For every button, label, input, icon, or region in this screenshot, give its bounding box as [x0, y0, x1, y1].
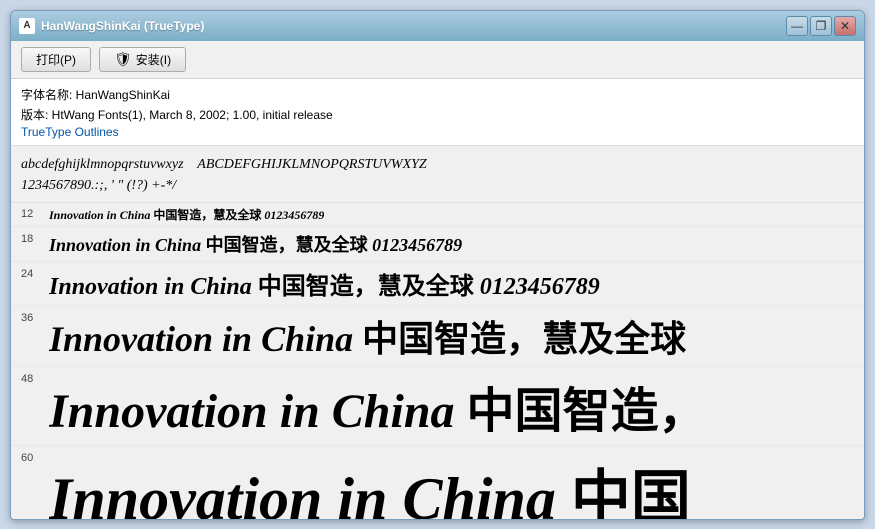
size-label-24: 24	[21, 266, 49, 280]
font-version-line: 版本: HtWang Fonts(1), March 8, 2002; 1.00…	[21, 105, 854, 125]
sample-section: 12 Innovation in China 中国智造，慧及全球 0123456…	[11, 203, 864, 518]
title-bar-left: A HanWangShinKai (TrueType)	[19, 18, 204, 34]
font-version-value: HtWang Fonts(1), March 8, 2002; 1.00, in…	[52, 108, 333, 122]
size-label-60: 60	[21, 450, 49, 464]
table-row: 60 Innovation in China 中国	[11, 446, 864, 518]
sample-text-36: Innovation in China 中国智造，慧及全球	[49, 310, 686, 362]
alphabet-numbers-line: 1234567890.:;, ' " (!?) +-*/	[21, 175, 854, 196]
print-label: 打印(P)	[36, 51, 76, 68]
sample-text-18: Innovation in China 中国智造，慧及全球 0123456789	[49, 231, 462, 257]
lowercase-text: abcdefghijklmnopqrstuvwxyz	[21, 157, 184, 172]
minimize-button[interactable]: —	[786, 16, 808, 36]
size-label-48: 48	[21, 371, 49, 385]
size-label-36: 36	[21, 310, 49, 324]
install-label: 安装(I)	[136, 51, 171, 68]
size-label-18: 18	[21, 231, 49, 245]
font-name-line: 字体名称: HanWangShinKai	[21, 85, 854, 105]
table-row: 12 Innovation in China 中国智造，慧及全球 0123456…	[11, 203, 864, 227]
main-window: A HanWangShinKai (TrueType) — ❐ ✕ 打印(P) …	[10, 10, 865, 520]
table-row: 36 Innovation in China 中国智造，慧及全球	[11, 306, 864, 367]
print-button[interactable]: 打印(P)	[21, 47, 91, 72]
alphabet-lowercase-line: abcdefghijklmnopqrstuvwxyz ABCDEFGHIJKLM…	[21, 154, 854, 175]
font-name-value: HanWangShinKai	[76, 88, 170, 102]
size-label-12: 12	[21, 206, 49, 220]
title-bar: A HanWangShinKai (TrueType) — ❐ ✕	[11, 11, 864, 41]
window-icon: A	[19, 18, 35, 34]
font-type-line: TrueType Outlines	[21, 125, 854, 139]
toolbar: 打印(P) 🛡 安装(I)	[11, 41, 864, 79]
sample-text-12: Innovation in China 中国智造，慧及全球 0123456789	[49, 206, 324, 223]
alphabet-section: abcdefghijklmnopqrstuvwxyz ABCDEFGHIJKLM…	[11, 146, 864, 203]
font-preview-area[interactable]: abcdefghijklmnopqrstuvwxyz ABCDEFGHIJKLM…	[11, 146, 864, 518]
font-info-block: 字体名称: HanWangShinKai 版本: HtWang Fonts(1)…	[11, 79, 864, 147]
table-row: 24 Innovation in China 中国智造，慧及全球 0123456…	[11, 262, 864, 306]
sample-text-60: Innovation in China 中国	[49, 450, 691, 518]
sample-text-24: Innovation in China 中国智造，慧及全球 0123456789	[49, 266, 600, 301]
window-title: HanWangShinKai (TrueType)	[41, 19, 204, 33]
close-button[interactable]: ✕	[834, 16, 856, 36]
restore-button[interactable]: ❐	[810, 16, 832, 36]
title-buttons: — ❐ ✕	[786, 16, 856, 36]
sample-text-48: Innovation in China 中国智造，	[49, 371, 707, 441]
install-icon: 🛡	[114, 51, 132, 68]
numbers-text: 1234567890.:;, ' " (!?) +-*/	[21, 178, 176, 193]
install-button[interactable]: 🛡 安装(I)	[99, 47, 186, 72]
table-row: 48 Innovation in China 中国智造，	[11, 367, 864, 446]
table-row: 18 Innovation in China 中国智造，慧及全球 0123456…	[11, 227, 864, 262]
font-version-label: 版本:	[21, 108, 52, 122]
uppercase-text: ABCDEFGHIJKLMNOPQRSTUVWXYZ	[197, 157, 426, 172]
font-name-label: 字体名称:	[21, 88, 76, 102]
